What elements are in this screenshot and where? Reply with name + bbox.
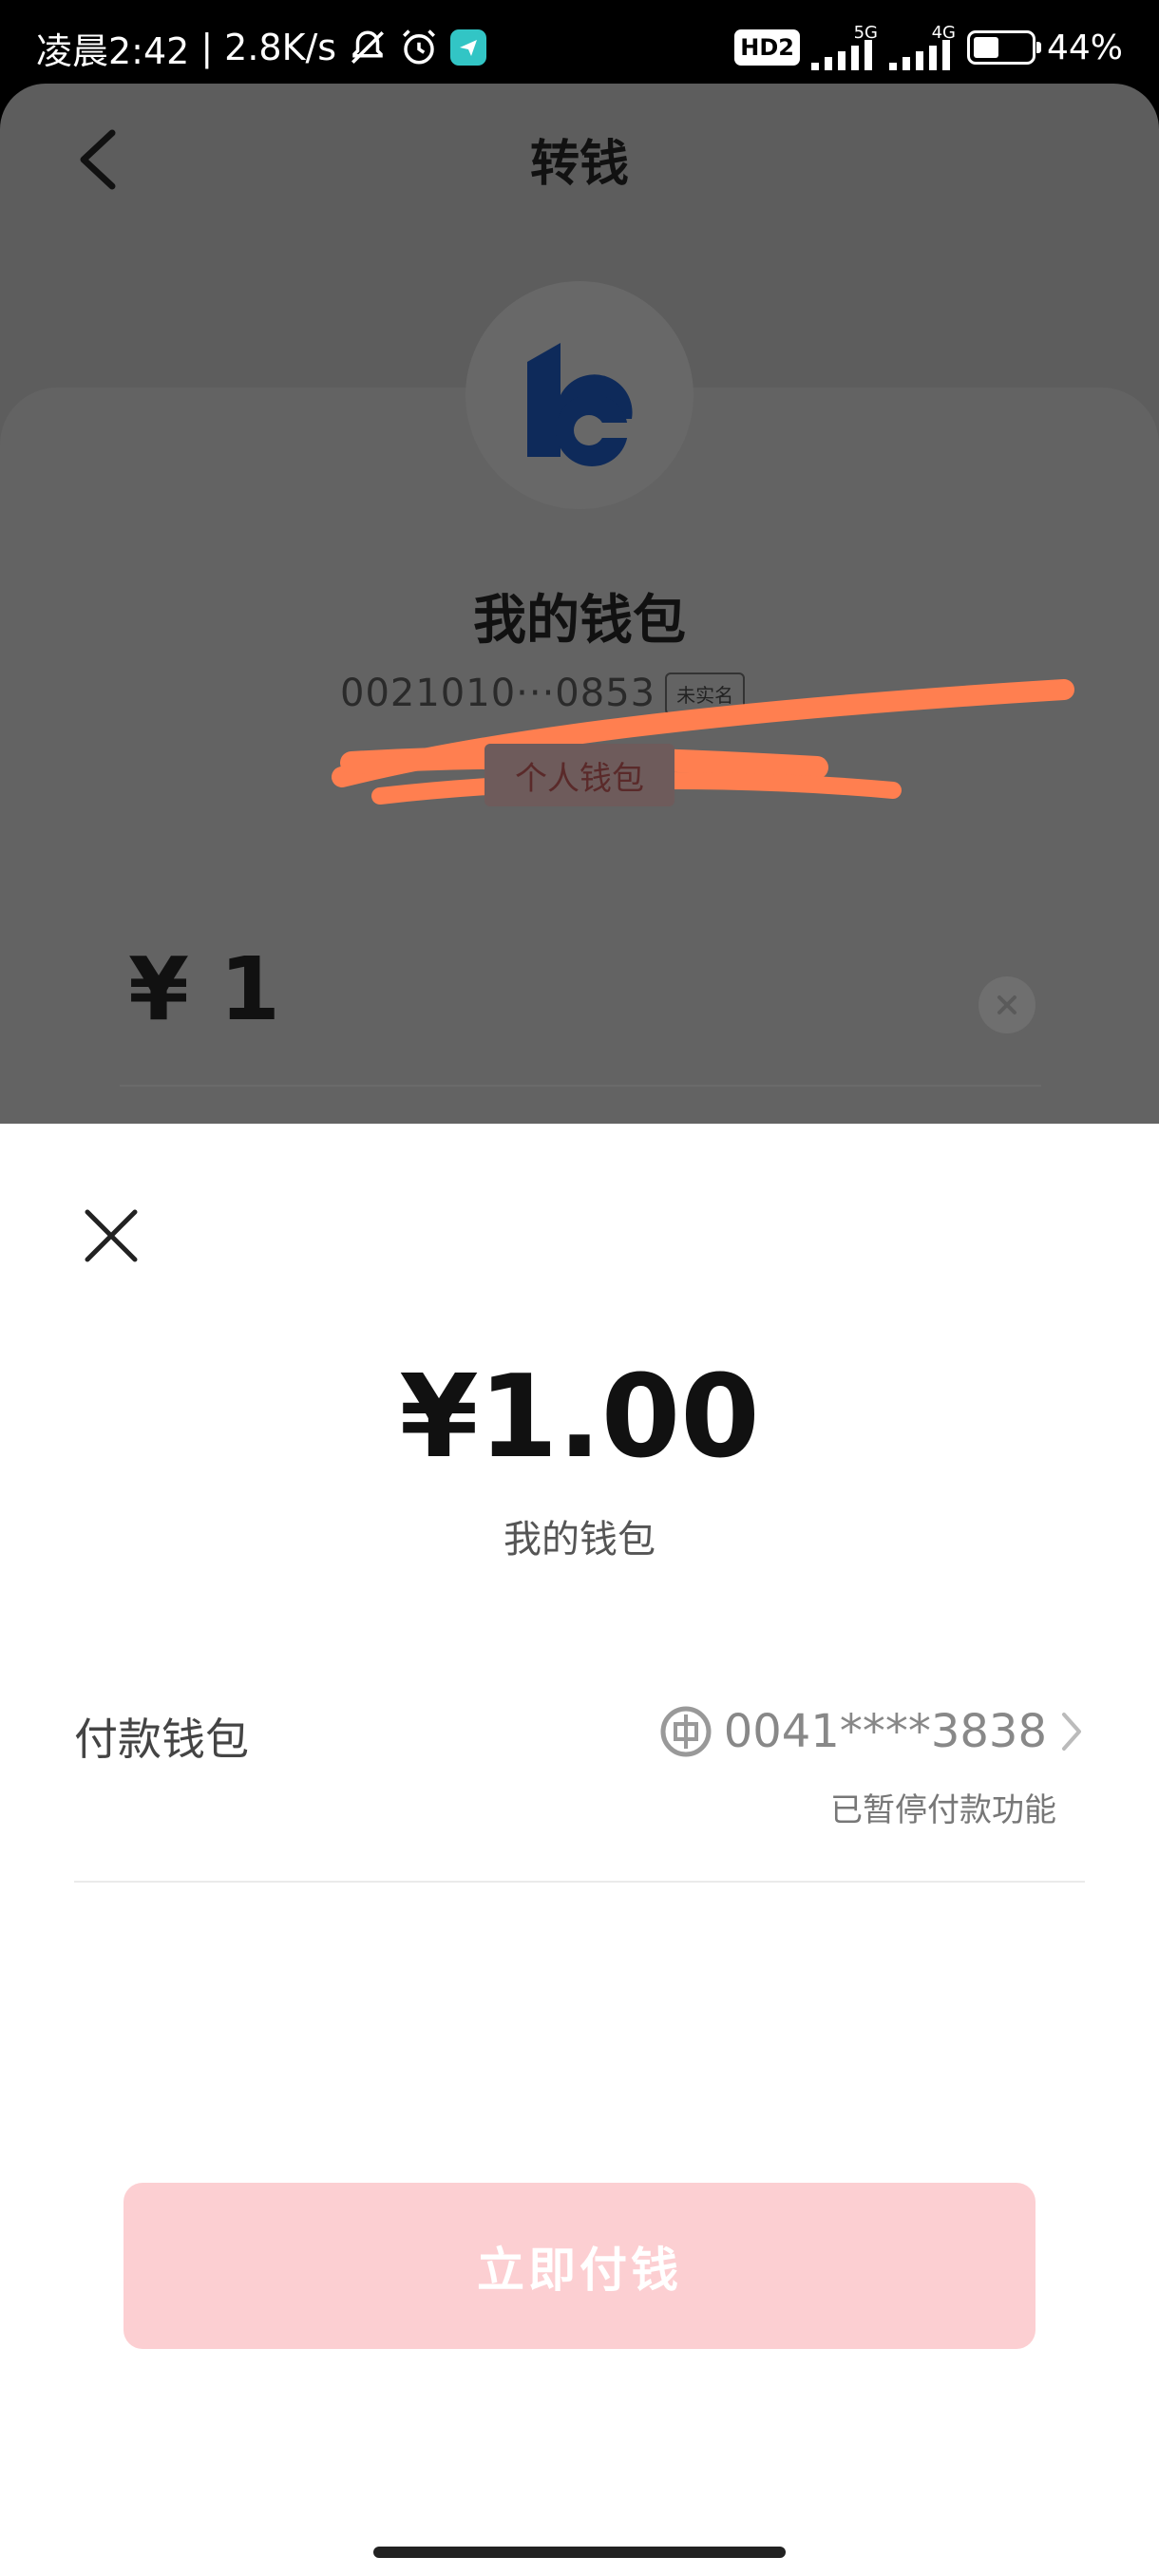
payment-amount: ¥1.00: [399, 1352, 760, 1484]
pay-wallet-selector[interactable]: 0041****3838: [659, 1698, 1085, 1765]
signal-bars-icon: [888, 40, 950, 70]
battery-icon: [966, 30, 1041, 65]
status-speed: 2.8K/s: [224, 27, 337, 68]
signal-5g: 5G: [810, 25, 878, 70]
alarm-icon: [399, 28, 439, 67]
pay-now-button[interactable]: 立即付钱: [124, 2183, 1036, 2349]
pay-wallet-label: 付款钱包: [74, 1714, 249, 1765]
amount-underline: [120, 1085, 1041, 1087]
divider: [74, 1881, 1085, 1883]
telegram-icon: [450, 29, 487, 66]
battery-fill: [973, 37, 998, 58]
transfer-page-dimmed: 转钱 我的钱包 0021010···0853 未实名 个人钱包 ¥ 1: [0, 84, 1159, 1128]
status-separator: |: [200, 27, 214, 68]
recipient-wallet-name: 我的钱包: [473, 589, 686, 652]
clear-icon: [998, 995, 1016, 1014]
chevron-right-icon: [1062, 1713, 1081, 1751]
hd-badge: HD2: [734, 29, 800, 66]
bank-logo-icon: [527, 343, 639, 466]
status-bar-right: HD2 5G 4G 44%: [734, 19, 1123, 76]
status-bar: 凌晨2:42 | 2.8K/s HD2 5G 4G 44%: [0, 0, 1159, 93]
bank-icon: [660, 1706, 712, 1757]
close-button[interactable]: [80, 1204, 142, 1267]
battery-text: 44%: [1046, 28, 1123, 67]
status-bar-left: 凌晨2:42 | 2.8K/s: [36, 19, 487, 76]
signal-bars-icon: [810, 40, 872, 70]
payment-recipient: 我的钱包: [504, 1518, 656, 1562]
pay-account-status: 已暂停付款功能: [830, 1791, 1056, 1829]
signal-4g: 4G: [888, 25, 956, 70]
redaction-scribble: [332, 679, 1074, 805]
pay-account-number: 0041****3838: [723, 1705, 1047, 1758]
payment-confirm-sheet: ¥1.00 我的钱包 付款钱包 0041****3838 已暂停付款功能 立即付…: [0, 1124, 1159, 2576]
personal-wallet-tag: 个人钱包: [484, 744, 674, 806]
status-time: 凌晨2:42: [36, 29, 190, 72]
home-indicator: [373, 2547, 786, 2558]
amount-input[interactable]: ¥ 1: [128, 938, 280, 1040]
page-title: 转钱: [529, 135, 629, 193]
clear-amount-button[interactable]: [978, 976, 1036, 1033]
mute-icon: [348, 28, 388, 67]
wallet-logo: [466, 281, 694, 509]
close-icon: [85, 1209, 138, 1262]
